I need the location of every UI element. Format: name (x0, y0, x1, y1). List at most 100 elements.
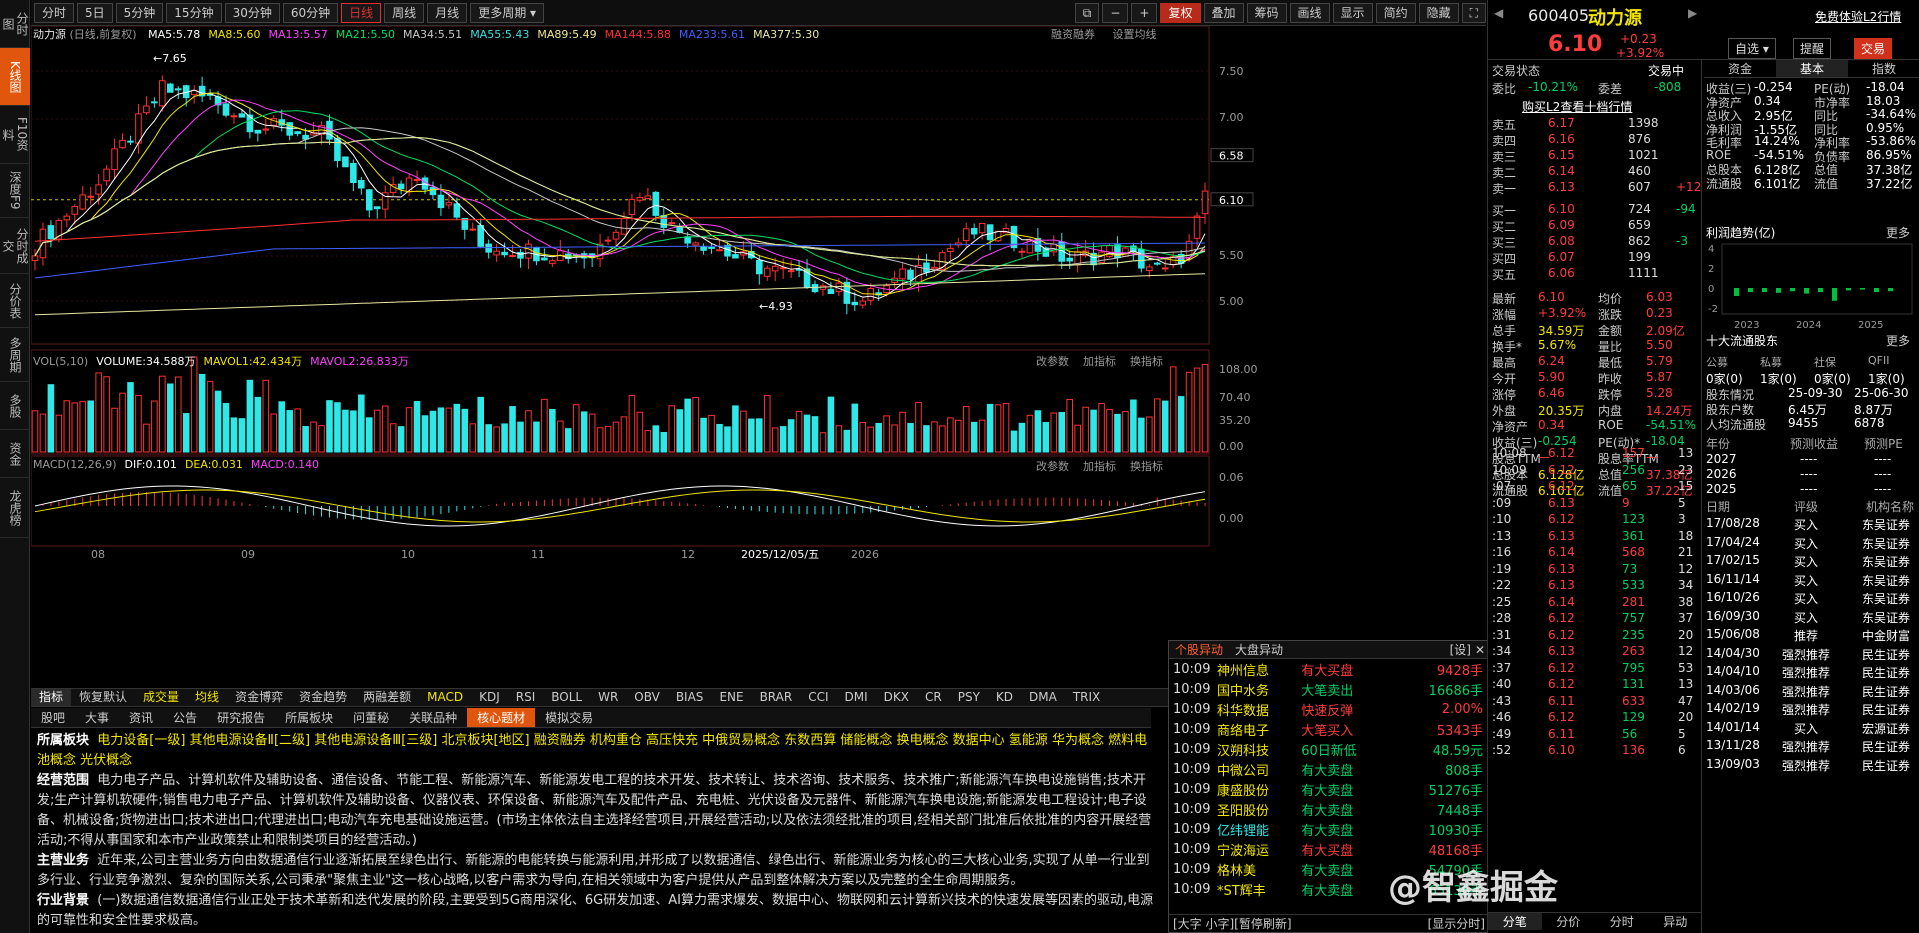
indicator-tab-6[interactable]: 两融差额 (355, 689, 419, 706)
sidebar-item-2[interactable]: F10资料 (0, 106, 30, 164)
sidebar-item-5[interactable]: 分价表 (0, 274, 30, 328)
next-stock-icon[interactable]: ▶ (1688, 6, 1697, 20)
period-button-6[interactable]: 日线 (341, 2, 382, 23)
quote-button-0[interactable]: 自选 ▾ (1728, 38, 1776, 59)
popup-row[interactable]: 10:09 国中水务 大笔卖出 16686手 (1169, 679, 1489, 699)
period-button-9[interactable]: 更多周期 ▾ (470, 2, 545, 23)
indicator-tab-5[interactable]: 资金趋势 (291, 689, 355, 706)
tick-tab-1[interactable]: 分价 (1542, 913, 1596, 930)
popup-footer-left[interactable]: [大字 小字][暂停刷新] (1173, 915, 1292, 932)
toolbar-button-6[interactable]: 隐藏 (1418, 2, 1459, 23)
fund-tab-1[interactable]: 基本 (1776, 60, 1848, 77)
period-button-0[interactable]: 分时 (34, 2, 75, 23)
indicator-tab-23[interactable]: TRIX (1065, 689, 1108, 706)
toolbar-button-1[interactable]: 叠加 (1203, 2, 1244, 23)
prev-stock-icon[interactable]: ◀ (1494, 6, 1503, 20)
indicator-tab-10[interactable]: BOLL (543, 689, 590, 706)
popup-footer-right[interactable]: [显示分时] (1428, 915, 1485, 932)
indicator-tab-11[interactable]: WR (590, 689, 626, 706)
fund-tab-2[interactable]: 指数 (1848, 60, 1919, 77)
period-button-2[interactable]: 5分钟 (115, 2, 164, 23)
period-button-7[interactable]: 周线 (384, 2, 425, 23)
indicator-tab-21[interactable]: KD (988, 689, 1021, 706)
indicator-tab-0[interactable]: 指标 (31, 689, 72, 706)
info-tab-9[interactable]: 模拟交易 (535, 708, 603, 727)
tick-tab-3[interactable]: 异动 (1649, 913, 1703, 930)
info-tab-3[interactable]: 公告 (163, 708, 207, 727)
popup-row[interactable]: 10:09 圣阳股份 有大卖盘 7448手 (1169, 799, 1489, 819)
indicator-tab-16[interactable]: CCI (800, 689, 836, 706)
toolbar-button-0[interactable]: 复权 (1160, 2, 1201, 23)
period-button-1[interactable]: 5日 (77, 2, 113, 23)
info-tab-4[interactable]: 研究报告 (207, 708, 275, 727)
info-tab-5[interactable]: 所属板块 (275, 708, 343, 727)
l2-trial-link[interactable]: 免费体验L2行情 (1815, 8, 1901, 25)
fullscreen-icon[interactable]: ⛶ (1461, 2, 1486, 23)
popup-row[interactable]: 10:09 康盛股份 有大卖盘 51276手 (1169, 779, 1489, 799)
indicator-tab-1[interactable]: 恢复默认 (71, 689, 135, 706)
info-tab-0[interactable]: 股吧 (31, 708, 75, 727)
indicator-tab-12[interactable]: OBV (626, 689, 668, 706)
tick-tab-0[interactable]: 分笔 (1488, 913, 1542, 930)
info-tab-6[interactable]: 问董秘 (343, 708, 399, 727)
popup-row[interactable]: 10:09 神州信息 有大买盘 9428手 (1169, 659, 1489, 679)
indicator-tab-8[interactable]: KDJ (471, 689, 508, 706)
tick-tab-2[interactable]: 分时 (1595, 913, 1649, 930)
macd-control-0[interactable]: 改参数 (1036, 460, 1069, 473)
popup-row[interactable]: 10:09 汉朔科技 60日新低 48.59元 (1169, 739, 1489, 759)
margin-trading-link[interactable]: 融资融券 (1051, 28, 1095, 41)
indicator-tab-2[interactable]: 成交量 (135, 689, 187, 706)
indicator-tab-7[interactable]: MACD (419, 689, 471, 706)
indicator-tab-4[interactable]: 资金博弈 (227, 689, 291, 706)
popup-row[interactable]: 10:09 宁波海运 有大买盘 48168手 (1169, 839, 1489, 859)
info-tab-2[interactable]: 资讯 (119, 708, 163, 727)
sidebar-item-3[interactable]: 深度F9 (0, 164, 30, 218)
period-button-8[interactable]: 月线 (427, 2, 468, 23)
indicator-tab-15[interactable]: BRAR (752, 689, 801, 706)
info-tab-7[interactable]: 关联品种 (399, 708, 467, 727)
zoom-out-icon[interactable]: − (1102, 2, 1129, 23)
indicator-tab-22[interactable]: DMA (1021, 689, 1065, 706)
indicator-tab-3[interactable]: 均线 (187, 689, 227, 706)
indicator-tab-20[interactable]: PSY (950, 689, 988, 706)
volume-control-2[interactable]: 换指标 (1130, 355, 1163, 368)
toolbar-button-2[interactable]: 筹码 (1246, 2, 1287, 23)
info-tab-1[interactable]: 大事 (75, 708, 119, 727)
macd-control-2[interactable]: 换指标 (1130, 460, 1163, 473)
period-button-4[interactable]: 30分钟 (224, 2, 280, 23)
volume-control-1[interactable]: 加指标 (1083, 355, 1116, 368)
indicator-tab-14[interactable]: ENE (711, 689, 751, 706)
sidebar-item-1[interactable]: K线图 (0, 48, 30, 106)
indicator-tab-19[interactable]: CR (917, 689, 950, 706)
sidebar-item-6[interactable]: 多周期 (0, 328, 30, 382)
zoom-in-icon[interactable]: + (1131, 2, 1158, 23)
popup-row[interactable]: 10:09 中微公司 有大卖盘 808手 (1169, 759, 1489, 779)
sidebar-item-8[interactable]: 资金 (0, 430, 30, 478)
quote-button-1[interactable]: 提醒 (1793, 38, 1832, 59)
info-tab-8[interactable]: 核心题材 (467, 708, 536, 727)
sector-list[interactable]: 电力设备[一级] 其他电源设备Ⅱ[二级] 其他电源设备Ⅲ[三级] 北京板块[地区… (37, 733, 1147, 768)
quote-button-2[interactable]: 交易 (1854, 38, 1893, 59)
toolbar-button-5[interactable]: 简约 (1375, 2, 1416, 23)
indicator-tab-18[interactable]: DKX (876, 689, 917, 706)
popup-tab-0[interactable]: 个股异动 (1169, 641, 1229, 658)
sidebar-item-9[interactable]: 龙虎榜 (0, 478, 30, 538)
macd-control-1[interactable]: 加指标 (1083, 460, 1116, 473)
fund-tab-0[interactable]: 资金 (1704, 60, 1776, 77)
sidebar-item-7[interactable]: 多股 (0, 382, 30, 430)
window-icon[interactable]: ⧉ (1074, 2, 1100, 23)
kline-chart-svg[interactable]: 7.50 7.00 6.58 6.10 5.50 5.00 ←7.65 ←4.93 108.00… (30, 25, 1486, 664)
macd-controls[interactable]: 改参数 加指标 换指标 (1036, 458, 1177, 474)
sidebar-item-0[interactable]: 分时图 (0, 0, 30, 48)
popup-row[interactable]: 10:09 商络电子 大笔买入 5343手 (1169, 719, 1489, 739)
volume-control-0[interactable]: 改参数 (1036, 355, 1069, 368)
toolbar-button-4[interactable]: 显示 (1332, 2, 1373, 23)
popup-row[interactable]: 10:09 亿纬锂能 有大卖盘 10930手 (1169, 819, 1489, 839)
indicator-tab-9[interactable]: RSI (508, 689, 544, 706)
popup-row[interactable]: 10:09 科华数据 快速反弹 2.00% (1169, 699, 1489, 719)
close-icon[interactable]: ✕ (1475, 643, 1485, 657)
kline-right-labels[interactable]: 融资融券 设置均线 (1051, 26, 1156, 42)
popup-tab-1[interactable]: 大盘异动 (1229, 641, 1289, 658)
toolbar-button-3[interactable]: 画线 (1289, 2, 1330, 23)
ma-settings-link[interactable]: 设置均线 (1112, 28, 1156, 41)
